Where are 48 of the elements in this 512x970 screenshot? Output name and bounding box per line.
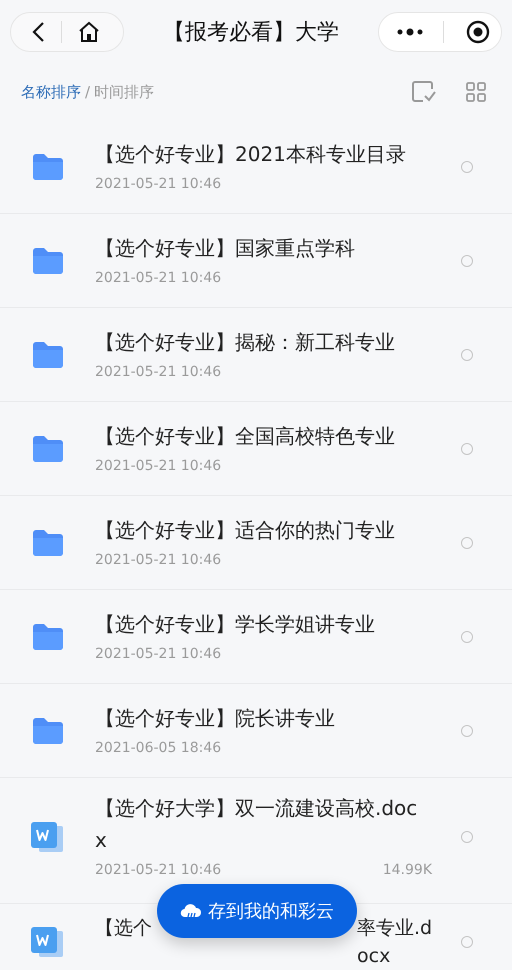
checkbox[interactable] xyxy=(461,536,473,548)
folder-icon xyxy=(31,434,65,462)
checkbox[interactable] xyxy=(461,348,473,360)
checkbox[interactable] xyxy=(461,936,473,948)
checkbox[interactable] xyxy=(461,160,473,172)
sort-tab[interactable]: 名称排序 xyxy=(21,80,81,104)
back-icon[interactable] xyxy=(31,21,45,43)
save-to-cloud-button[interactable]: 存到我的和彩云 xyxy=(157,884,357,938)
more-icon[interactable] xyxy=(397,28,423,36)
folder-icon xyxy=(31,152,65,180)
file-name[interactable]: 率专业.docx xyxy=(357,914,435,970)
home-icon[interactable] xyxy=(77,21,101,43)
file-name[interactable]: 【选个好大学】双一流建设高校.docx xyxy=(95,792,427,856)
checkbox[interactable] xyxy=(461,724,473,736)
file-name[interactable]: 【选个好专业】全国高校特色专业 xyxy=(95,420,427,452)
checkbox[interactable] xyxy=(461,630,473,642)
file-name[interactable]: 【选个好专业】揭秘：新工科专业 xyxy=(95,326,427,358)
file-date: 2021-05-21 10:46 xyxy=(95,861,222,880)
file-date: 2021-05-21 10:46 xyxy=(95,363,222,382)
separator: / xyxy=(85,82,90,103)
select-icon[interactable] xyxy=(412,81,436,103)
file-date: 2021-05-21 10:46 xyxy=(95,269,222,288)
grid-view-icon[interactable] xyxy=(466,82,486,102)
folder-icon xyxy=(31,622,65,650)
file-name[interactable]: 【选个好专业】院长讲专业 xyxy=(95,702,427,734)
file-name[interactable]: 【选个 xyxy=(95,914,152,942)
checkbox[interactable] xyxy=(461,442,473,454)
folder-icon xyxy=(31,340,65,368)
folder-icon xyxy=(31,528,65,556)
folder-icon xyxy=(31,716,65,744)
file-size: 14.99K xyxy=(382,861,432,880)
file-date: 2021-05-21 10:46 xyxy=(95,457,222,476)
file-date: 2021-06-05 18:46 xyxy=(95,739,222,758)
page-title: 【报考必看】大学 xyxy=(163,18,339,46)
word-document-icon xyxy=(31,927,63,957)
file-date: 2021-05-21 10:46 xyxy=(95,645,222,664)
close-mini-program-icon[interactable] xyxy=(466,20,490,44)
file-date: 2021-05-21 10:46 xyxy=(95,551,222,570)
file-date: 2021-05-21 10:46 xyxy=(95,175,222,194)
file-name[interactable]: 【选个好专业】2021本科专业目录 xyxy=(95,138,427,170)
folder-icon xyxy=(31,246,65,274)
file-name[interactable]: 【选个好专业】学长学姐讲专业 xyxy=(95,608,427,640)
file-name[interactable]: 【选个好专业】国家重点学科 xyxy=(95,232,427,264)
cloud-icon xyxy=(180,903,202,919)
word-document-icon xyxy=(31,822,63,852)
file-name[interactable]: 【选个好专业】适合你的热门专业 xyxy=(95,514,427,546)
checkbox[interactable] xyxy=(461,254,473,266)
checkbox[interactable] xyxy=(461,830,473,842)
